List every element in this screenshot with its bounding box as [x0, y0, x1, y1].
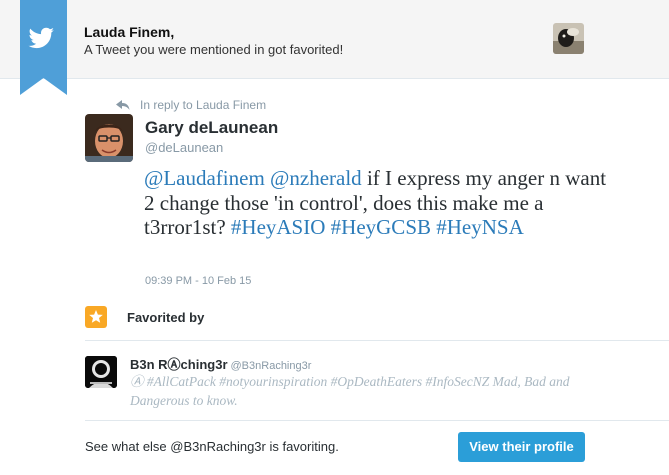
divider: [85, 420, 669, 421]
favoriter-handle[interactable]: @B3nRaching3r: [231, 360, 312, 372]
favorited-by-label: Favorited by: [127, 310, 205, 325]
notification-header: Lauda Finem, A Tweet you were mentioned …: [0, 0, 669, 95]
tweet-text: @Laudafinem @nzherald if I express my an…: [144, 166, 614, 240]
star-icon: [85, 306, 107, 328]
hashtag-link[interactable]: #HeyGCSB: [331, 215, 431, 239]
footer-text: See what else @B3nRaching3r is favoritin…: [85, 439, 339, 454]
divider: [85, 340, 669, 341]
mention-link[interactable]: @nzherald: [270, 166, 362, 190]
hashtag-link[interactable]: #HeyNSA: [436, 215, 524, 239]
notification-subtitle: A Tweet you were mentioned in got favori…: [84, 42, 344, 57]
hashtag-link[interactable]: #HeyASIO: [231, 215, 326, 239]
view-profile-button[interactable]: View their profile: [458, 432, 585, 462]
author-avatar[interactable]: [85, 114, 133, 162]
reply-to-label[interactable]: In reply to Lauda Finem: [140, 98, 266, 112]
reply-arrow-icon: [116, 100, 130, 110]
twitter-bird-icon: [20, 0, 67, 95]
favoriter-bio: Ⓐ #AllCatPack #notyourinspiration #OpDea…: [130, 374, 570, 408]
recipient-avatar[interactable]: [553, 23, 584, 54]
reply-context[interactable]: In reply to Lauda Finem: [116, 98, 266, 112]
favoriter-avatar[interactable]: [85, 356, 117, 388]
favoriter-info[interactable]: B3n RⒶching3r @B3nRaching3r: [130, 354, 311, 374]
favoriter-name[interactable]: B3n RⒶching3r: [130, 357, 228, 372]
author-name[interactable]: Gary deLaunean: [145, 118, 278, 138]
notification-title: Lauda Finem,: [84, 24, 175, 40]
mention-link[interactable]: @Laudafinem: [144, 166, 265, 190]
tweet-timestamp[interactable]: 09:39 PM - 10 Feb 15: [145, 275, 251, 287]
author-handle[interactable]: @deLaunean: [145, 140, 223, 155]
